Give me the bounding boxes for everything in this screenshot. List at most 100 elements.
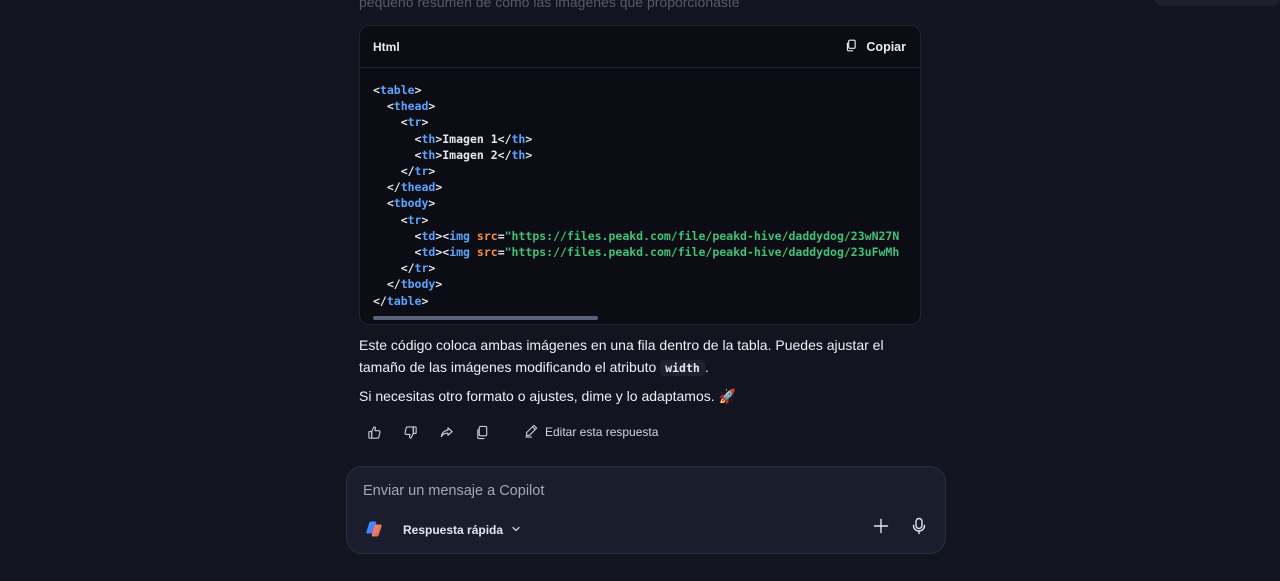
code-token: >< — [435, 228, 450, 243]
code-token: th — [511, 131, 526, 146]
code-token: > — [435, 180, 443, 195]
copy-label: Copiar — [866, 39, 906, 54]
code-token: src — [476, 245, 498, 260]
response-mode-label: Respuesta rápida — [403, 523, 504, 537]
top-right-chip — [1154, 0, 1280, 6]
code-token: </ — [373, 293, 387, 308]
code-line: <tr> — [373, 212, 920, 228]
response-paragraph-1-end: . — [704, 358, 709, 375]
code-token: > — [525, 131, 533, 146]
thumbs-up-icon[interactable] — [362, 420, 386, 444]
code-block: Html Copiar <table> <thead> <tr> <th>Ima… — [359, 25, 921, 325]
code-token: < — [373, 212, 408, 227]
code-token: table — [379, 83, 415, 97]
code-token: tbody — [393, 196, 429, 211]
code-line: <tr> — [373, 114, 920, 130]
code-token: tr — [407, 115, 422, 130]
code-line: <td><img src="https://files.peakd.com/fi… — [373, 244, 920, 260]
add-attachment-button[interactable] — [870, 517, 892, 539]
code-token: tr — [414, 261, 429, 276]
code-line: <td><img src="https://files.peakd.com/fi… — [373, 228, 920, 244]
code-token: thead — [400, 180, 436, 195]
code-line: <thead> — [373, 98, 920, 114]
plus-icon — [873, 518, 889, 539]
message-input[interactable] — [363, 481, 923, 501]
previous-text-fragment: pequeño resumen de cómo las imágenes que… — [359, 0, 740, 10]
code-token: > — [428, 164, 436, 179]
code-token: > — [421, 293, 429, 308]
code-horizontal-scrollbar[interactable] — [373, 316, 598, 320]
code-token: < — [373, 115, 408, 130]
edit-response-label: Editar esta respuesta — [545, 425, 659, 439]
copy-icon — [845, 39, 858, 55]
code-line: </tbody> — [373, 276, 920, 292]
edit-response-button[interactable]: Editar esta respuesta — [524, 423, 658, 441]
code-token: < — [373, 83, 380, 97]
code-token: > — [421, 115, 429, 130]
chevron-down-icon — [511, 523, 521, 537]
code-line: <tbody> — [373, 195, 920, 211]
thumbs-down-icon[interactable] — [398, 420, 422, 444]
code-token: = — [497, 228, 505, 243]
code-token: src — [476, 228, 498, 243]
code-token: > — [428, 261, 436, 276]
share-icon[interactable] — [434, 420, 458, 444]
code-token: >Imagen 1</ — [435, 131, 512, 146]
microphone-icon — [911, 517, 927, 540]
code-token: td — [421, 228, 436, 243]
code-token: < — [373, 99, 394, 114]
response-paragraph-1-text: Este código coloca ambas imágenes en una… — [359, 337, 884, 375]
code-token: thead — [393, 99, 429, 114]
code-token: </ — [373, 277, 401, 292]
response-paragraph-1: Este código coloca ambas imágenes en una… — [359, 335, 919, 379]
code-token: img — [449, 228, 470, 243]
code-token: "https://files.peakd.com/file/peakd-hive… — [504, 245, 900, 260]
code-token: < — [373, 196, 394, 211]
code-token: </ — [373, 180, 401, 195]
code-line: <th>Imagen 2</th> — [373, 147, 920, 163]
message-composer: Respuesta rápida — [346, 466, 946, 554]
code-token: th — [421, 147, 436, 162]
code-token: </ — [373, 261, 415, 276]
code-token: tr — [407, 212, 422, 227]
copy-icon[interactable] — [470, 420, 494, 444]
code-block-header: Html Copiar — [360, 26, 920, 68]
code-token: "https://files.peakd.com/file/peakd-hive… — [504, 228, 900, 243]
code-token: th — [421, 131, 436, 146]
code-line: <th>Imagen 1</th> — [373, 131, 920, 147]
code-token: = — [497, 245, 505, 260]
code-token: tr — [414, 164, 429, 179]
response-paragraph-2: Si necesitas otro formato o ajustes, dim… — [359, 388, 736, 404]
code-token: < — [373, 245, 422, 260]
inline-code-width: width — [660, 359, 705, 376]
code-token: img — [449, 245, 470, 260]
response-mode-dropdown[interactable]: Respuesta rápida — [403, 521, 521, 539]
code-token: td — [421, 245, 436, 260]
copy-code-button[interactable]: Copiar — [845, 39, 906, 55]
response-actions: Editar esta respuesta — [362, 420, 658, 444]
code-line: <table> — [373, 82, 920, 98]
voice-input-button[interactable] — [908, 517, 930, 539]
code-line: </tr> — [373, 163, 920, 179]
code-token: >< — [435, 245, 450, 260]
code-token: </ — [373, 164, 415, 179]
code-token: < — [373, 131, 422, 146]
code-token: > — [525, 147, 533, 162]
code-token: > — [435, 277, 443, 292]
code-token: > — [428, 99, 436, 114]
code-token: th — [511, 147, 526, 162]
code-line: </table> — [373, 293, 920, 309]
edit-pen-icon — [524, 423, 539, 441]
code-content: <table> <thead> <tr> <th>Imagen 1</th> <… — [373, 82, 920, 309]
code-token: > — [428, 196, 436, 211]
code-language-label: Html — [373, 39, 400, 54]
copilot-logo-icon — [365, 520, 383, 538]
code-token: tbody — [400, 277, 436, 292]
code-token: > — [421, 212, 429, 227]
code-token: > — [414, 83, 422, 97]
code-token: >Imagen 2</ — [435, 147, 512, 162]
code-token: table — [386, 293, 422, 308]
code-line: </thead> — [373, 179, 920, 195]
